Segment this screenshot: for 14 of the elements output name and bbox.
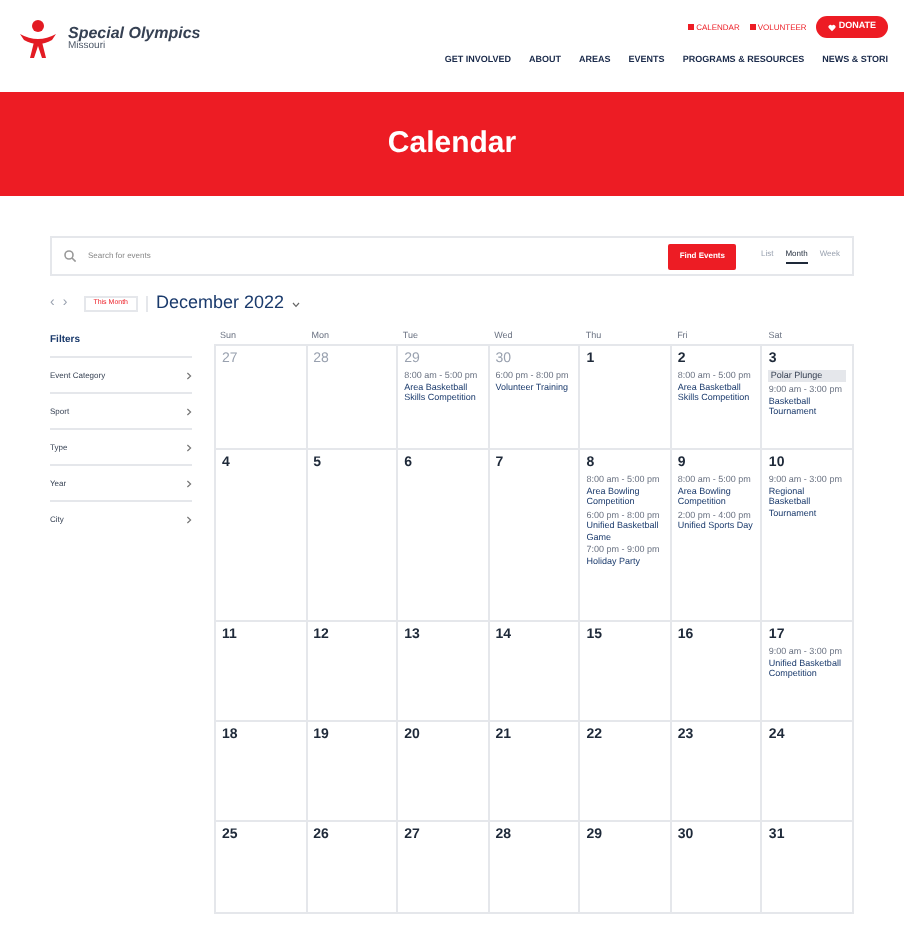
page-title: Calendar bbox=[387, 123, 517, 164]
chevron-right-icon bbox=[186, 479, 192, 487]
search-icon bbox=[64, 250, 76, 262]
heart-icon bbox=[828, 23, 837, 31]
link-icon bbox=[749, 24, 756, 30]
chevron-right-icon bbox=[186, 371, 192, 379]
chevron-right-icon bbox=[186, 515, 192, 523]
chevron-right-icon bbox=[186, 443, 192, 451]
logo-text: Special Olympics bbox=[68, 25, 201, 41]
month-title[interactable]: December 2022 bbox=[156, 290, 285, 318]
chevron-down-icon bbox=[292, 301, 301, 307]
chevron-right-icon bbox=[186, 407, 192, 415]
link-icon bbox=[688, 24, 695, 30]
logo-icon bbox=[16, 16, 60, 60]
